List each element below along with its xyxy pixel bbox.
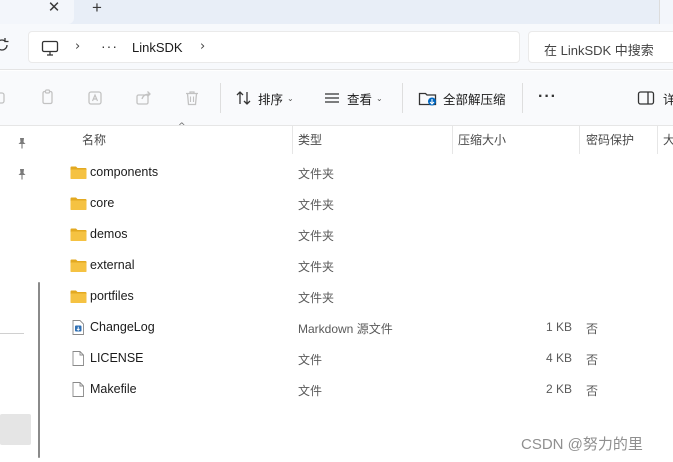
breadcrumb-separator[interactable]: › [200,39,205,54]
column-header-next[interactable]: 大 [663,126,673,154]
breadcrumb-overflow-button[interactable]: ··· [101,38,118,54]
file-icon [72,351,84,366]
chevron-down-icon: ⌄ [287,93,294,103]
share-icon[interactable] [135,89,153,107]
list-item[interactable]: Makefile 文件 2 KB 否 [48,374,673,405]
details-pane-button[interactable]: 详 [637,88,673,108]
copy-icon[interactable] [39,89,57,107]
sort-ascending-icon: ^ [178,122,186,132]
watermark: CSDN @努力的里 [521,436,643,453]
column-divider[interactable] [452,126,453,154]
file-type: 文件夹 [298,260,335,274]
chevron-down-icon: ⌄ [376,93,383,103]
file-name: ChangeLog [90,320,155,334]
file-name: Makefile [90,382,137,396]
extract-icon [418,92,437,106]
navigation-selected-item[interactable] [0,414,31,445]
file-name: external [90,258,135,272]
file-type: Markdown 源文件 [298,322,393,336]
file-password-protected: 否 [586,384,599,398]
file-name: LICENSE [90,351,144,365]
view-label: 查看 [347,92,373,107]
more-options-button[interactable]: ··· [538,88,557,106]
file-type: 文件夹 [298,291,335,305]
search-placeholder: 在 LinkSDK 中搜索 [544,43,654,58]
sort-label: 排序 [258,92,284,107]
file-password-protected: 否 [586,353,599,367]
toolbar-divider [402,83,403,113]
new-tab-button[interactable]: + [86,0,108,16]
list-item[interactable]: demos 文件夹 [48,219,673,250]
toolbar-divider [220,83,221,113]
file-size: 1 KB [545,320,572,334]
file-name: components [90,165,159,179]
navigation-pane [0,126,48,462]
pin-icon[interactable] [16,168,28,180]
extract-all-label: 全部解压缩 [443,92,506,107]
folder-icon [70,228,87,241]
view-icon [325,93,339,103]
column-divider[interactable] [292,126,293,154]
file-icon [72,382,84,397]
cut-icon[interactable] [0,89,9,107]
details-label: 详 [663,92,673,107]
file-type: 文件夹 [298,167,335,181]
toolbar-divider [522,83,523,113]
search-input[interactable]: 在 LinkSDK 中搜索 [528,31,673,63]
tab-bar: ✕ + [0,0,673,24]
address-bar[interactable]: › ··· LinkSDK › [28,31,520,63]
sort-button[interactable]: 排序 ⌄ [235,88,294,108]
sort-icon [236,91,251,105]
column-header-row: ^ 名称 类型 压缩大小 密码保护 大 [48,122,673,154]
delete-icon[interactable] [183,89,201,107]
list-item[interactable]: portfiles 文件夹 [48,281,673,312]
list-item[interactable]: core 文件夹 [48,188,673,219]
file-name: demos [90,227,128,241]
file-name: portfiles [90,289,134,303]
list-item[interactable]: ChangeLog Markdown 源文件 1 KB 否 [48,312,673,343]
refresh-icon[interactable] [0,37,10,53]
column-header-compressed-size[interactable]: 压缩大小 [458,126,506,154]
rename-icon[interactable] [87,89,105,107]
file-name: core [90,196,115,210]
file-type: 文件夹 [298,229,335,243]
folder-icon [70,259,87,272]
command-bar: 排序 ⌄ 查看 ⌄ 全部解压缩 ··· 详 [0,71,673,126]
file-type: 文件夹 [298,198,335,212]
monitor-icon[interactable] [41,40,59,56]
pin-icon[interactable] [16,137,28,149]
breadcrumb-separator[interactable]: › [75,39,80,54]
column-header-password-protected[interactable]: 密码保护 [586,126,634,154]
column-divider[interactable] [579,126,580,154]
folder-icon [70,290,87,303]
details-pane-icon [637,91,655,105]
tab-linksdk[interactable]: ✕ [0,0,74,24]
column-header-name[interactable]: 名称 [82,126,106,154]
extract-all-button[interactable]: 全部解压缩 [418,88,506,108]
column-divider[interactable] [657,126,658,154]
column-header-type[interactable]: 类型 [298,126,322,154]
tab-close-button[interactable]: ✕ [44,0,64,16]
file-type: 文件 [298,353,323,367]
markdown-file-icon [72,320,84,335]
address-row: › ··· LinkSDK › 在 LinkSDK 中搜索 [0,24,673,70]
file-type: 文件 [298,384,323,398]
folder-icon [70,166,87,179]
file-size: 4 KB [545,351,572,365]
list-item[interactable]: external 文件夹 [48,250,673,281]
folder-icon [70,197,87,210]
list-item[interactable]: LICENSE 文件 4 KB 否 [48,343,673,374]
view-button[interactable]: 查看 ⌄ [323,88,383,108]
file-password-protected: 否 [586,322,599,336]
file-size: 2 KB [545,382,572,396]
list-item[interactable]: components 文件夹 [48,157,673,188]
window-edge [659,0,673,24]
navigation-divider [0,333,24,334]
navigation-scrollbar[interactable] [38,282,40,458]
breadcrumb-linksdk[interactable]: LinkSDK [132,40,183,55]
